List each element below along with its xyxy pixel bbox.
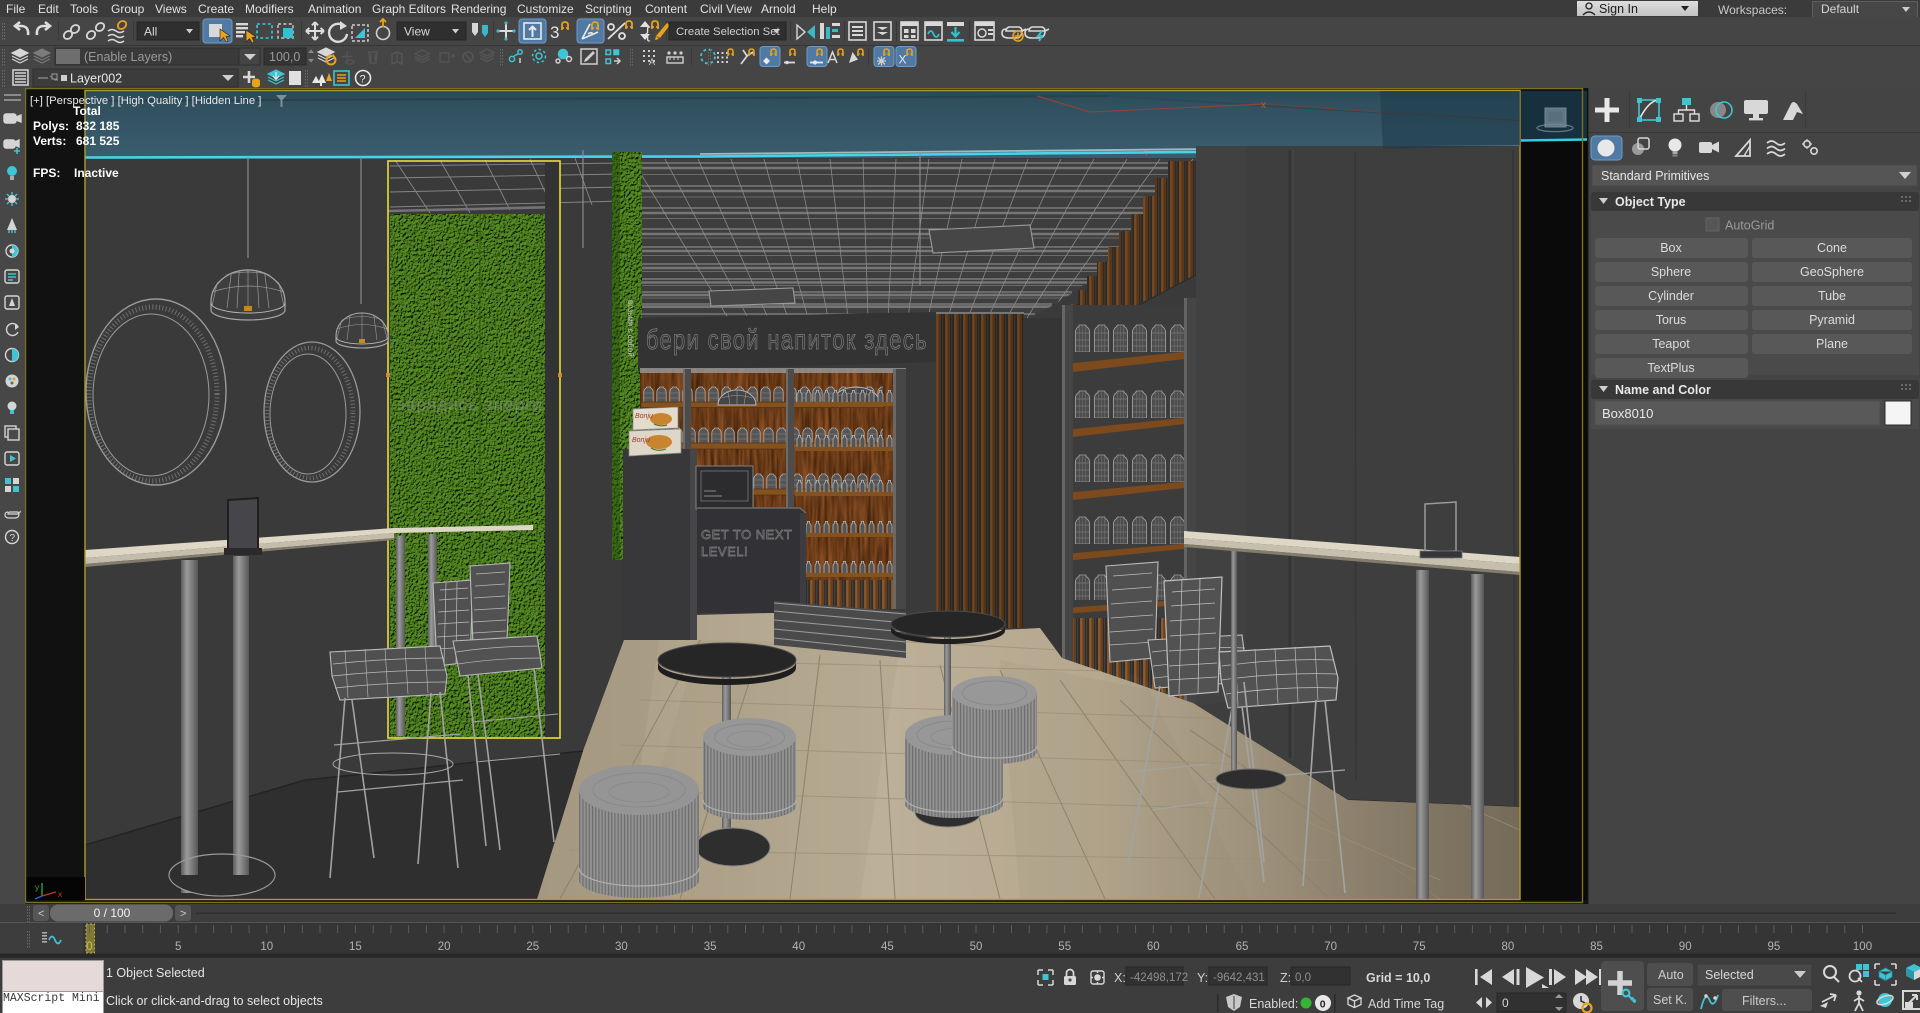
- svg-text:80: 80: [1502, 941, 1515, 953]
- svg-text:15: 15: [349, 941, 362, 953]
- svg-text:-9642,431: -9642,431: [1213, 972, 1265, 984]
- svg-text:10: 10: [260, 941, 273, 953]
- svg-text:5: 5: [175, 941, 181, 953]
- svg-text:70: 70: [1324, 941, 1337, 953]
- svg-text:25: 25: [526, 941, 539, 953]
- svg-text:Box: Box: [1660, 241, 1682, 255]
- svg-text:Bonju: Bonju: [632, 437, 650, 444]
- svg-text:Torus: Torus: [1656, 313, 1687, 327]
- svg-text:{: {: [645, 25, 651, 42]
- svg-text:40: 40: [792, 941, 805, 953]
- svg-text:Inactive: Inactive: [74, 166, 119, 180]
- svg-text:Set K.: Set K.: [1653, 993, 1687, 1007]
- svg-text:Create Selection Set: Create Selection Set: [676, 26, 780, 38]
- svg-text:Plane: Plane: [1816, 337, 1848, 351]
- svg-text:0: 0: [86, 941, 92, 953]
- svg-text:Y:: Y:: [1197, 971, 1208, 985]
- svg-text:LEVEL!: LEVEL!: [701, 544, 748, 559]
- svg-text:?: ?: [360, 74, 366, 86]
- svg-text:All: All: [144, 25, 157, 39]
- svg-text:Sphere: Sphere: [1651, 265, 1691, 279]
- svg-text:Layer002: Layer002: [70, 72, 122, 86]
- svg-text:Grid = 10,0: Grid = 10,0: [1366, 971, 1430, 985]
- svg-text:60: 60: [1147, 941, 1160, 953]
- svg-text:<: <: [38, 908, 44, 920]
- svg-text:Box8010: Box8010: [1602, 406, 1653, 421]
- svg-text:Z:: Z:: [1280, 971, 1291, 985]
- svg-text:Bonju: Bonju: [635, 413, 653, 420]
- svg-text:X: X: [899, 53, 907, 67]
- svg-text:Polys:: Polys:: [33, 119, 69, 133]
- svg-text:(Enable Layers): (Enable Layers): [84, 50, 172, 64]
- svg-text:>: >: [180, 908, 186, 920]
- svg-text:0: 0: [1502, 996, 1509, 1010]
- svg-text:X:: X:: [1114, 971, 1126, 985]
- svg-text:3: 3: [550, 23, 559, 42]
- svg-text:832 185: 832 185: [76, 119, 120, 133]
- svg-text:Pyramid: Pyramid: [1809, 313, 1855, 327]
- svg-text:Teapot: Teapot: [1652, 337, 1690, 351]
- svg-text:100,0: 100,0: [269, 50, 300, 64]
- svg-text:65: 65: [1236, 941, 1249, 953]
- svg-text:100: 100: [1853, 941, 1872, 953]
- svg-text:Object Type: Object Type: [1615, 195, 1686, 209]
- svg-text:Cone: Cone: [1817, 241, 1847, 255]
- svg-text:0: 0: [1320, 999, 1326, 1011]
- svg-text:-42498,172: -42498,172: [1130, 972, 1188, 984]
- svg-text:75: 75: [1413, 941, 1426, 953]
- svg-text:95: 95: [1768, 941, 1781, 953]
- svg-text:Add Time Tag: Add Time Tag: [1368, 997, 1444, 1011]
- svg-text:Selected: Selected: [1705, 968, 1754, 982]
- svg-text:[+] [Perspective ] [High Qua: [+] [Perspective ] [High Quality ] [Hidd…: [30, 95, 261, 107]
- svg-text:85: 85: [1590, 941, 1603, 953]
- svg-text:0,0: 0,0: [1295, 972, 1311, 984]
- svg-text:зарядись энерги: зарядись энерги: [397, 395, 543, 414]
- svg-text:GET TO NEXT: GET TO NEXT: [701, 527, 792, 542]
- svg-text:Cylinder: Cylinder: [1648, 289, 1694, 303]
- svg-text:90: 90: [1679, 941, 1692, 953]
- svg-text:TextPlus: TextPlus: [1647, 361, 1694, 375]
- svg-text:Enabled:: Enabled:: [1249, 997, 1298, 1011]
- svg-text:A: A: [649, 57, 655, 67]
- svg-text:Standard Primitives: Standard Primitives: [1601, 169, 1709, 183]
- svg-text:Total: Total: [73, 104, 101, 118]
- svg-text:x: x: [1261, 100, 1266, 111]
- svg-text:возьми с собой: возьми с собой: [626, 300, 635, 357]
- svg-text:AutoGrid: AutoGrid: [1725, 219, 1774, 233]
- svg-text:35: 35: [704, 941, 717, 953]
- svg-text:View: View: [404, 25, 430, 39]
- svg-text:0 / 100: 0 / 100: [94, 906, 131, 920]
- svg-text:Tube: Tube: [1818, 289, 1846, 303]
- svg-text:GeoSphere: GeoSphere: [1800, 265, 1864, 279]
- svg-text:20: 20: [438, 941, 451, 953]
- svg-text:30: 30: [615, 941, 628, 953]
- svg-text:FPS:: FPS:: [33, 166, 60, 180]
- svg-text:55: 55: [1058, 941, 1071, 953]
- svg-text:бери свой напиток здесь: бери свой напиток здесь: [646, 324, 928, 355]
- svg-text:Auto: Auto: [1658, 968, 1684, 982]
- svg-text:681 525: 681 525: [76, 134, 120, 148]
- svg-text:Filters...: Filters...: [1742, 994, 1786, 1008]
- svg-text:50: 50: [970, 941, 983, 953]
- svg-text:45: 45: [881, 941, 894, 953]
- svg-text:Verts:: Verts:: [33, 134, 66, 148]
- svg-text:?: ?: [10, 533, 16, 544]
- svg-text:Name and Color: Name and Color: [1615, 383, 1711, 397]
